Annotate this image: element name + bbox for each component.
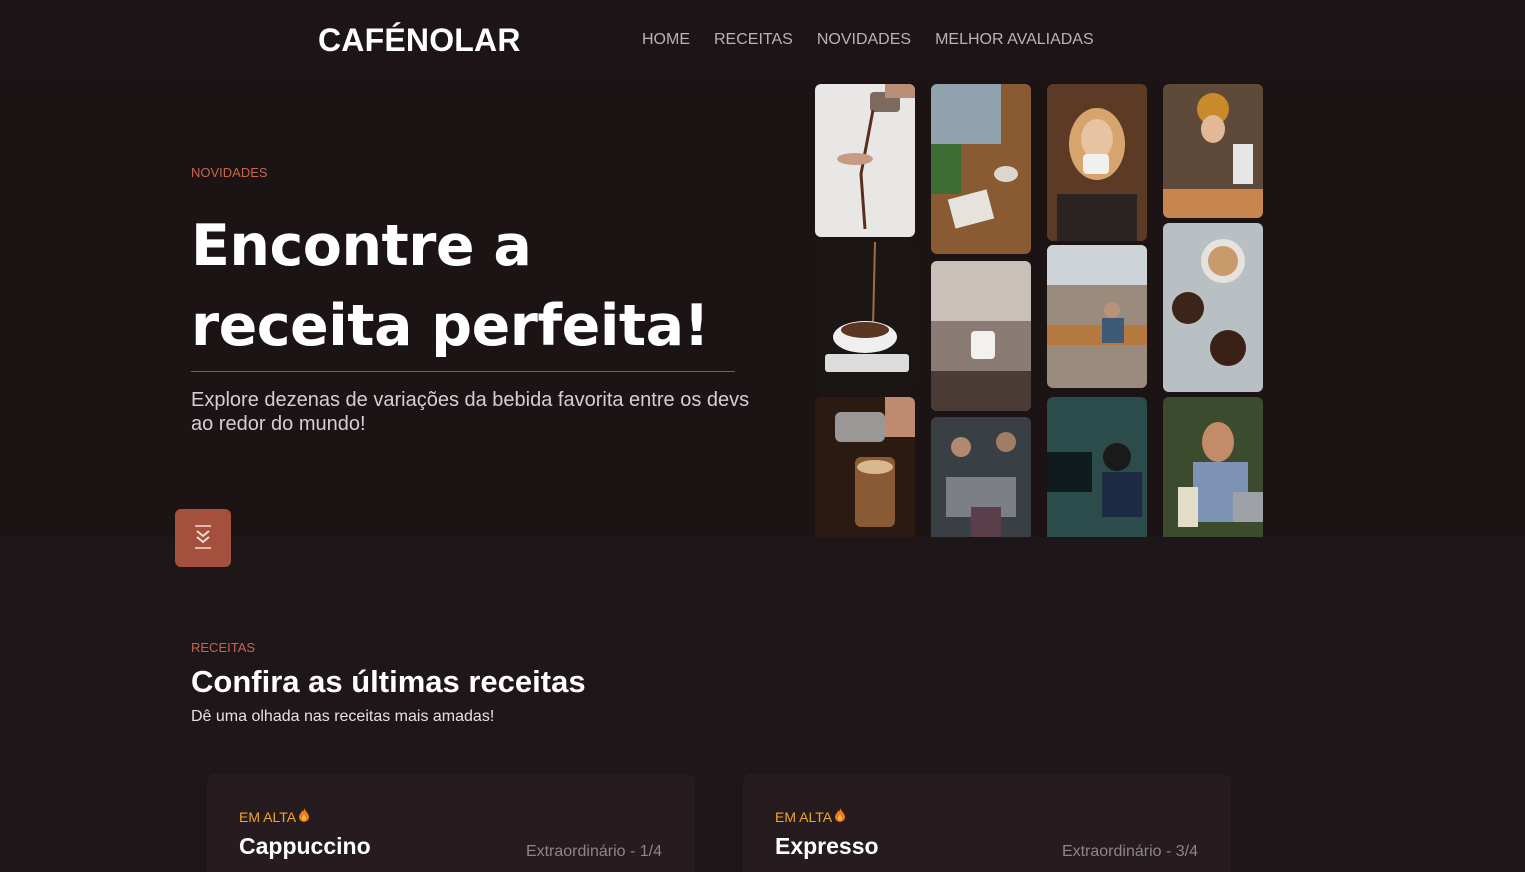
latte-art-pour-photo	[815, 397, 915, 537]
trending-label: EM ALTA	[775, 808, 833, 825]
double-chevron-down-icon	[192, 523, 214, 554]
hero-eyebrow: NOVIDADES	[191, 165, 268, 180]
scroll-down-button[interactable]	[175, 509, 231, 567]
receitas-eyebrow: RECEITAS	[191, 640, 256, 655]
coffee-pour-cup-photo	[815, 242, 915, 392]
recipe-title: Cappuccino	[239, 833, 371, 859]
recipe-card-expresso[interactable]: EM ALTA Expresso Extraordinário - 3/4	[743, 774, 1231, 872]
nav-link-receitas[interactable]: RECEITAS	[714, 31, 793, 49]
hero-divider	[191, 371, 735, 372]
hero-section: NOVIDADES Encontre a receita perfeita! E…	[0, 82, 1525, 537]
cafe-table-photo	[931, 84, 1031, 254]
hero-title-line2: receita perfeita!	[191, 293, 710, 359]
fire-icon	[834, 808, 846, 825]
main-nav: HOME RECEITAS NOVIDADES MELHOR AVALIADAS	[642, 31, 1094, 49]
woman-drinking-coffee-photo	[1047, 84, 1147, 241]
receitas-subtitle: Dê uma olhada nas receitas mais amadas!	[191, 708, 495, 725]
barista-woman-photo	[1163, 84, 1263, 218]
recipe-title: Expresso	[775, 833, 879, 859]
nav-link-melhor-avaliadas[interactable]: MELHOR AVALIADAS	[935, 31, 1094, 49]
site-header: CAFÉNOLAR HOME RECEITAS NOVIDADES MELHOR…	[0, 0, 1525, 82]
trending-badge: EM ALTA	[239, 808, 310, 825]
nav-link-novidades[interactable]: NOVIDADES	[817, 31, 911, 49]
photo-gallery	[815, 84, 1263, 537]
hero-title-line1: Encontre a	[191, 213, 532, 279]
office-meeting-photo	[1047, 245, 1147, 388]
trending-label: EM ALTA	[239, 808, 297, 825]
coffee-mug-window-photo	[931, 261, 1031, 411]
barista-team-photo	[931, 417, 1031, 537]
trending-badge: EM ALTA	[775, 808, 846, 825]
latte-beans-photo	[1163, 223, 1263, 392]
coffee-pour-photo	[815, 84, 915, 237]
developer-coding-photo	[1047, 397, 1147, 537]
recipe-rating: Extraordinário - 1/4	[525, 843, 662, 860]
nav-link-home[interactable]: HOME	[642, 31, 690, 49]
man-laptop-coffee-photo	[1163, 397, 1263, 537]
hero-subtitle: Explore dezenas de variações da bebida f…	[191, 389, 750, 435]
site-logo[interactable]: CAFÉNOLAR	[318, 22, 521, 59]
receitas-title: Confira as últimas receitas	[191, 664, 586, 699]
hero-title: Encontre a receita perfeita!	[191, 206, 751, 366]
fire-icon	[298, 808, 310, 825]
recipe-card-cappuccino[interactable]: EM ALTA Cappuccino Extraordinário - 1/4	[207, 774, 695, 872]
recipe-rating: Extraordinário - 3/4	[1061, 843, 1198, 860]
